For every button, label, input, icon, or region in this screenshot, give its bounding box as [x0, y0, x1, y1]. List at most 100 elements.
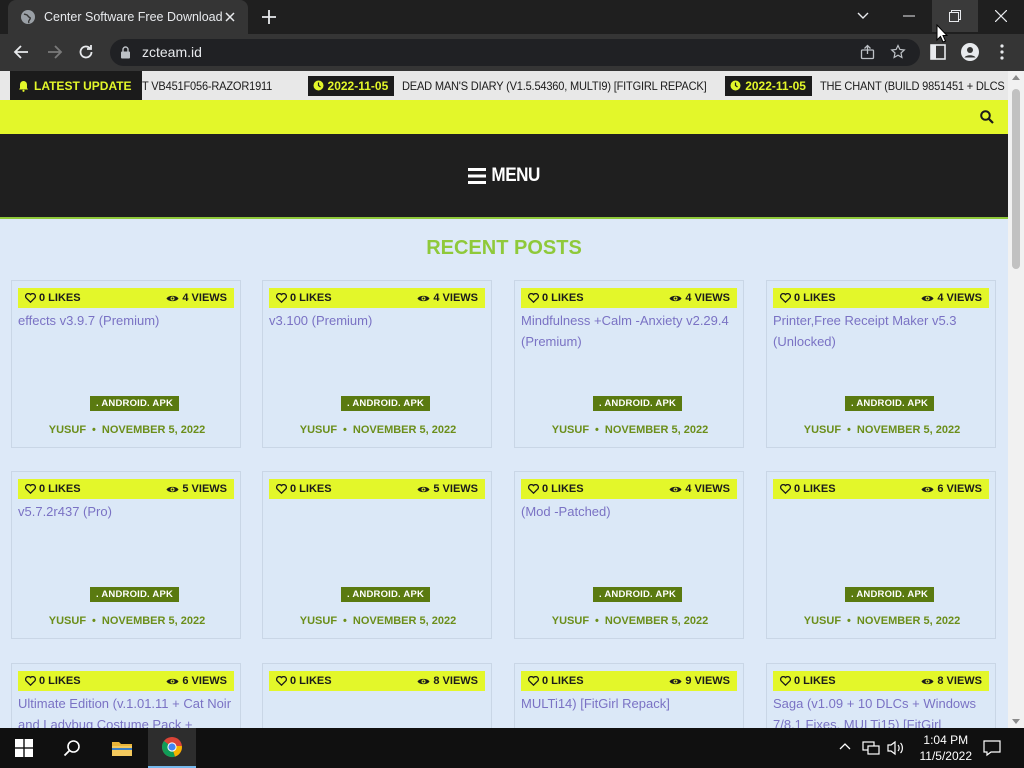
likes-count[interactable]: 0 LIKES [25, 292, 81, 304]
post-title-link[interactable]: v3.100 (Premium) [269, 310, 489, 331]
main-menu-bar: MENU [0, 134, 1008, 219]
close-tab-icon[interactable] [222, 9, 238, 25]
post-card[interactable]: 0 LIKES 9 VIEWS MULTi14) [FitGirl Repack] [514, 663, 744, 728]
file-explorer-button[interactable] [98, 728, 146, 768]
likes-count[interactable]: 0 LIKES [780, 483, 836, 495]
likes-label: 0 LIKES [290, 292, 332, 304]
post-title-link[interactable]: v5.7.2r437 (Pro) [18, 501, 238, 522]
minimize-button[interactable] [886, 0, 932, 32]
category-tag[interactable]: . ANDROID. APK [90, 396, 180, 411]
post-date[interactable]: NOVEMBER 5, 2022 [857, 615, 960, 627]
category-tag[interactable]: . ANDROID. APK [593, 396, 683, 411]
category-tag[interactable]: . ANDROID. APK [341, 396, 431, 411]
post-card[interactable]: 0 LIKES 4 VIEWS (Mod -Patched) . ANDROID. A… [514, 471, 744, 639]
post-date[interactable]: NOVEMBER 5, 2022 [353, 424, 456, 436]
post-card[interactable]: 0 LIKES 8 VIEWS Saga (v1.09 + 10 DLCs + Wi… [766, 663, 996, 728]
post-author[interactable]: YUSUF [300, 424, 337, 436]
chevron-up-icon[interactable] [838, 740, 852, 754]
post-meta: YUSUF • NOVEMBER 5, 2022 [263, 424, 493, 436]
heart-icon [25, 484, 36, 494]
close-window-button[interactable] [978, 0, 1024, 32]
post-card[interactable]: 0 LIKES 6 VIEWS Ultimate Edition (v.1.01.1… [11, 663, 241, 728]
post-card[interactable]: 0 LIKES 5 VIEWS . ANDROID. APK YUSUF • NOVEMB… [262, 471, 492, 639]
system-clock[interactable]: 1:04 PM 11/5/2022 [920, 732, 973, 764]
post-title-link[interactable]: (Mod -Patched) [521, 501, 741, 522]
lock-icon[interactable] [120, 46, 131, 59]
category-tag[interactable]: . ANDROID. APK [593, 587, 683, 602]
side-panel-icon[interactable] [928, 42, 948, 62]
post-author[interactable]: YUSUF [300, 615, 337, 627]
search-icon[interactable] [980, 110, 994, 124]
tab-search-button[interactable] [840, 0, 886, 32]
post-title-link[interactable]: Saga (v1.09 + 10 DLCs + Windows 7/8.1 Fi… [773, 693, 993, 728]
post-author[interactable]: YUSUF [552, 615, 589, 627]
network-icon[interactable] [862, 740, 880, 756]
taskbar-search-button[interactable] [48, 728, 96, 768]
likes-count[interactable]: 0 LIKES [528, 292, 584, 304]
chrome-taskbar-button[interactable] [148, 728, 196, 768]
start-button[interactable] [0, 728, 48, 768]
post-card[interactable]: 0 LIKES 5 VIEWS v5.7.2r437 (Pro) . ANDROID.… [11, 471, 241, 639]
scrollbar-thumb[interactable] [1012, 89, 1020, 269]
post-title-link[interactable]: effects v3.9.7 (Premium) [18, 310, 238, 331]
post-author[interactable]: YUSUF [49, 615, 86, 627]
post-date[interactable]: NOVEMBER 5, 2022 [605, 615, 708, 627]
post-date[interactable]: NOVEMBER 5, 2022 [605, 424, 708, 436]
post-author[interactable]: YUSUF [804, 615, 841, 627]
post-card[interactable]: 0 LIKES 8 VIEWS [262, 663, 492, 728]
notification-icon[interactable] [983, 739, 1001, 757]
more-menu-icon[interactable] [992, 42, 1012, 62]
views-count: 4 VIEWS [417, 292, 478, 304]
category-tag[interactable]: . ANDROID. APK [341, 587, 431, 602]
likes-count[interactable]: 0 LIKES [276, 675, 332, 687]
likes-count[interactable]: 0 LIKES [780, 292, 836, 304]
post-title-link[interactable]: Mindfulness +Calm -Anxiety v2.29.4 (Prem… [521, 310, 741, 352]
scroll-down-icon[interactable] [1012, 719, 1020, 725]
post-title-link[interactable]: Printer,Free Receipt Maker v5.3 (Unlocke… [773, 310, 993, 352]
news-ticker: L CUT VB451F056-RAZOR1911 2022-11-05 DEA… [0, 71, 1008, 100]
page-scrollbar[interactable] [1008, 71, 1024, 728]
heart-icon [276, 293, 287, 303]
post-card[interactable]: 0 LIKES 4 VIEWS Printer,Free Receipt Maker… [766, 280, 996, 448]
post-date[interactable]: NOVEMBER 5, 2022 [857, 424, 960, 436]
category-tag[interactable]: . ANDROID. APK [845, 587, 935, 602]
post-card[interactable]: 0 LIKES 4 VIEWS Mindfulness +Calm -Anxiety… [514, 280, 744, 448]
post-author[interactable]: YUSUF [552, 424, 589, 436]
forward-icon[interactable] [44, 42, 64, 62]
post-author[interactable]: YUSUF [804, 424, 841, 436]
likes-count[interactable]: 0 LIKES [25, 675, 81, 687]
chevron-down-icon [857, 12, 869, 19]
likes-count[interactable]: 0 LIKES [276, 292, 332, 304]
back-icon[interactable] [12, 42, 32, 62]
browser-tab[interactable]: Center Software Free Download [8, 0, 248, 34]
ticker-date-text: 2022-11-05 [327, 78, 389, 93]
scroll-up-icon[interactable] [1012, 74, 1020, 80]
post-card[interactable]: 0 LIKES 6 VIEWS . ANDROID. APK YUSUF • NOVEMB… [766, 471, 996, 639]
likes-count[interactable]: 0 LIKES [528, 483, 584, 495]
post-title-link[interactable]: Ultimate Edition (v.1.01.11 + Cat Noir a… [18, 693, 238, 728]
post-author[interactable]: YUSUF [49, 424, 86, 436]
volume-icon[interactable] [886, 740, 904, 756]
category-tag[interactable]: . ANDROID. APK [90, 587, 180, 602]
profile-icon[interactable] [960, 42, 980, 62]
address-bar[interactable]: zcteam.id [110, 39, 920, 66]
share-icon[interactable] [860, 44, 876, 60]
post-date[interactable]: NOVEMBER 5, 2022 [102, 424, 205, 436]
likes-count[interactable]: 0 LIKES [276, 483, 332, 495]
menu-button[interactable]: MENU [468, 165, 540, 187]
ticker-item[interactable]: DEAD MAN'S DIARY (V1.5.54360, MULTI9) [F… [402, 79, 707, 93]
post-stats-bar: 0 LIKES 6 VIEWS [18, 671, 234, 691]
category-tag[interactable]: . ANDROID. APK [845, 396, 935, 411]
post-card[interactable]: 0 LIKES 4 VIEWS effects v3.9.7 (Premium) . … [11, 280, 241, 448]
likes-count[interactable]: 0 LIKES [780, 675, 836, 687]
post-title-link[interactable]: MULTi14) [FitGirl Repack] [521, 693, 741, 714]
post-date[interactable]: NOVEMBER 5, 2022 [353, 615, 456, 627]
reload-icon[interactable] [76, 42, 96, 62]
likes-count[interactable]: 0 LIKES [528, 675, 584, 687]
post-date[interactable]: NOVEMBER 5, 2022 [102, 615, 205, 627]
ticker-item[interactable]: THE CHANT (BUILD 9851451 + DLCS + MULTI [820, 79, 1008, 93]
new-tab-icon[interactable] [260, 8, 278, 26]
bookmark-star-icon[interactable] [890, 44, 906, 60]
post-card[interactable]: 0 LIKES 4 VIEWS v3.100 (Premium) . ANDROID.… [262, 280, 492, 448]
likes-count[interactable]: 0 LIKES [25, 483, 81, 495]
